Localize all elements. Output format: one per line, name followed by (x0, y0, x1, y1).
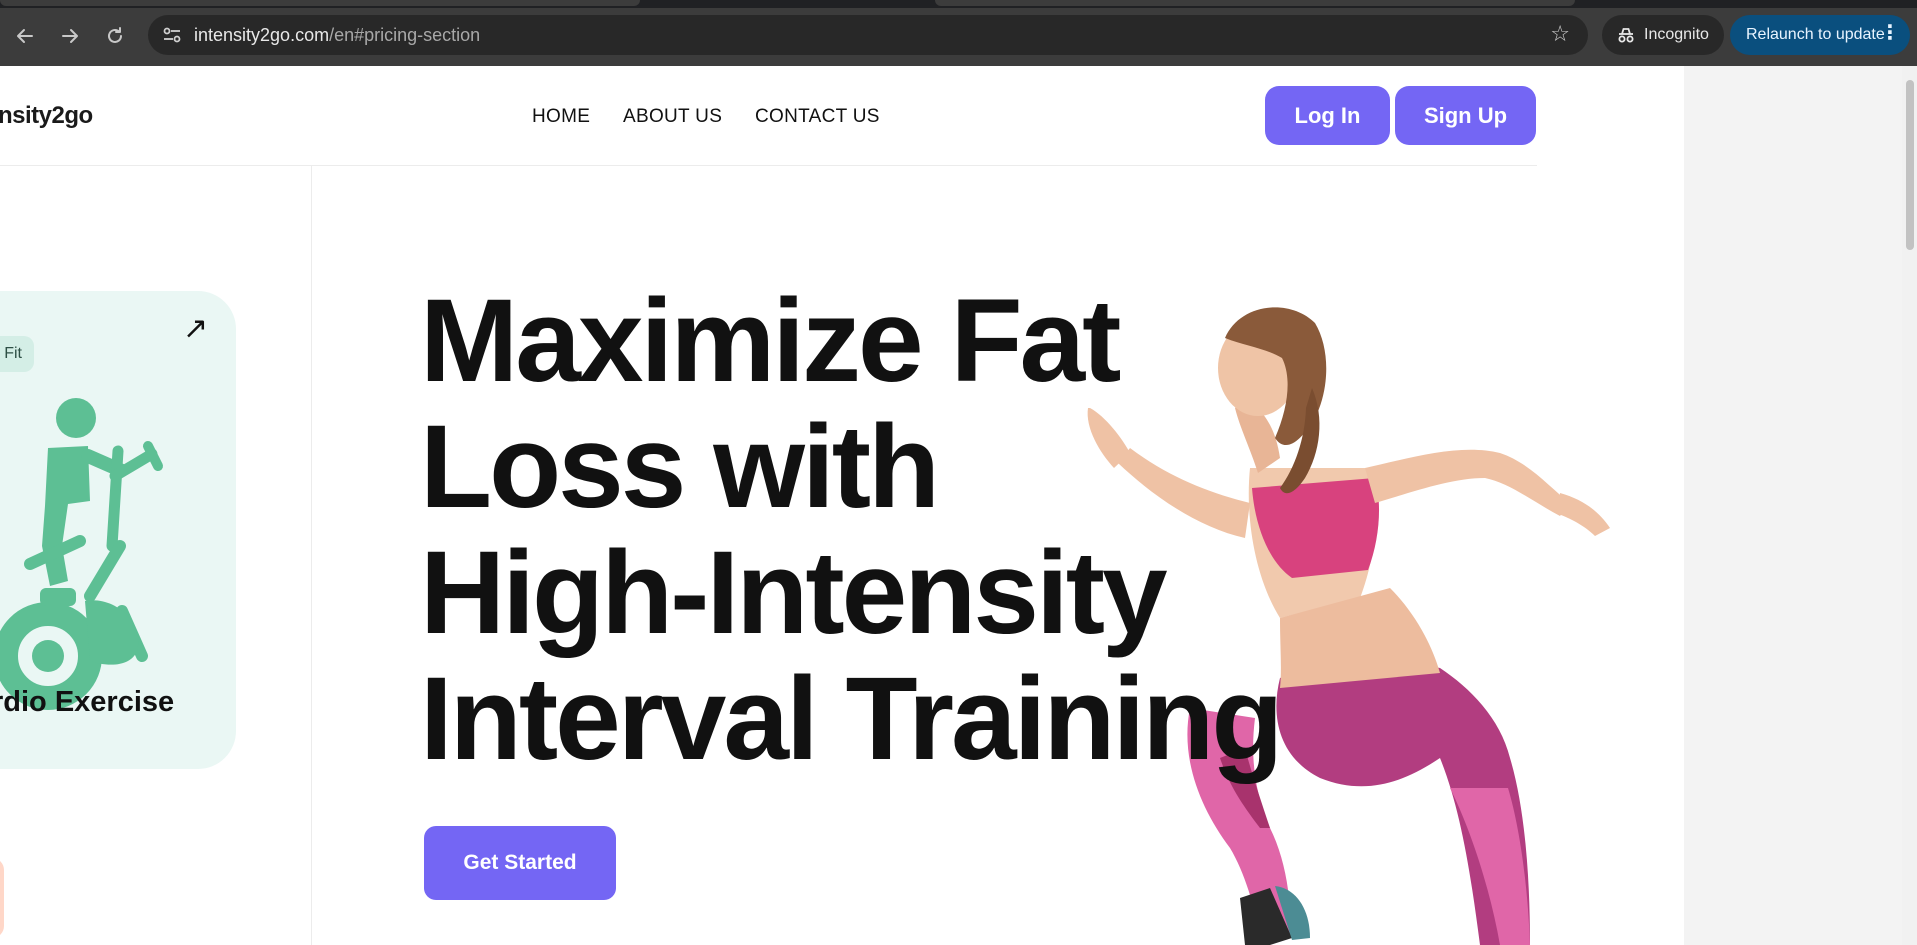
site-logo[interactable]: nsity2go (0, 102, 93, 130)
incognito-icon (1618, 28, 1634, 43)
url-host: intensity2go.com (194, 25, 330, 45)
site-settings-icon[interactable] (160, 23, 184, 47)
get-started-button[interactable]: Get Started (424, 826, 616, 900)
arrow-back-icon (17, 29, 33, 43)
card-tag: Fit (0, 336, 34, 372)
incognito-indicator[interactable]: Incognito (1602, 15, 1724, 55)
site-header: nsity2go HOME ABOUT US CONTACT US Log In… (0, 66, 1537, 166)
nav-home[interactable]: HOME (532, 106, 590, 128)
headline-line-1: Maximize Fat (420, 275, 1121, 407)
browser-tab[interactable] (935, 0, 1575, 6)
back-button[interactable] (7, 18, 43, 54)
reload-icon (108, 27, 122, 43)
hero-headline: Maximize Fat Loss with High-Intensity In… (420, 275, 1283, 785)
tab-strip (0, 0, 1917, 8)
arrow-up-right-icon[interactable]: ↗ (183, 311, 208, 346)
section-divider (311, 165, 312, 945)
headline-line-3: High-Intensity (420, 527, 1168, 659)
page-content: nsity2go HOME ABOUT US CONTACT US Log In… (0, 66, 1917, 945)
incognito-label: Incognito (1644, 26, 1709, 43)
card-tag-label: Fit (4, 345, 22, 362)
nav-contact-us[interactable]: CONTACT US (755, 106, 880, 128)
card-title: rdio Exercise (0, 686, 175, 718)
headline-line-2: Loss with (420, 401, 940, 533)
nav-about-us[interactable]: ABOUT US (623, 106, 722, 128)
arrow-forward-icon (62, 29, 78, 43)
exercise-bike-icon (0, 398, 163, 710)
browser-tab[interactable] (0, 0, 640, 6)
browser-toolbar: intensity2go.com/en#pricing-section ☆ In… (0, 0, 1917, 66)
signup-button[interactable]: Sign Up (1395, 86, 1536, 145)
login-button[interactable]: Log In (1265, 86, 1390, 145)
reload-button[interactable] (97, 18, 133, 54)
relaunch-button[interactable]: Relaunch to update ⋮ (1730, 15, 1910, 55)
headline-line-4: Interval Training (420, 653, 1283, 785)
url-path: /en#pricing-section (329, 25, 481, 45)
star-icon[interactable]: ☆ (1550, 21, 1570, 47)
menu-dots-icon[interactable]: ⋮ (1880, 23, 1900, 43)
relaunch-label: Relaunch to update (1746, 26, 1885, 43)
page-gutter (1684, 66, 1902, 945)
scrollbar-thumb[interactable] (1906, 80, 1914, 250)
next-card-edge (0, 858, 4, 938)
forward-button[interactable] (52, 18, 88, 54)
url-text[interactable]: intensity2go.com/en#pricing-section (194, 25, 480, 46)
address-bar[interactable]: intensity2go.com/en#pricing-section ☆ (148, 15, 1588, 55)
